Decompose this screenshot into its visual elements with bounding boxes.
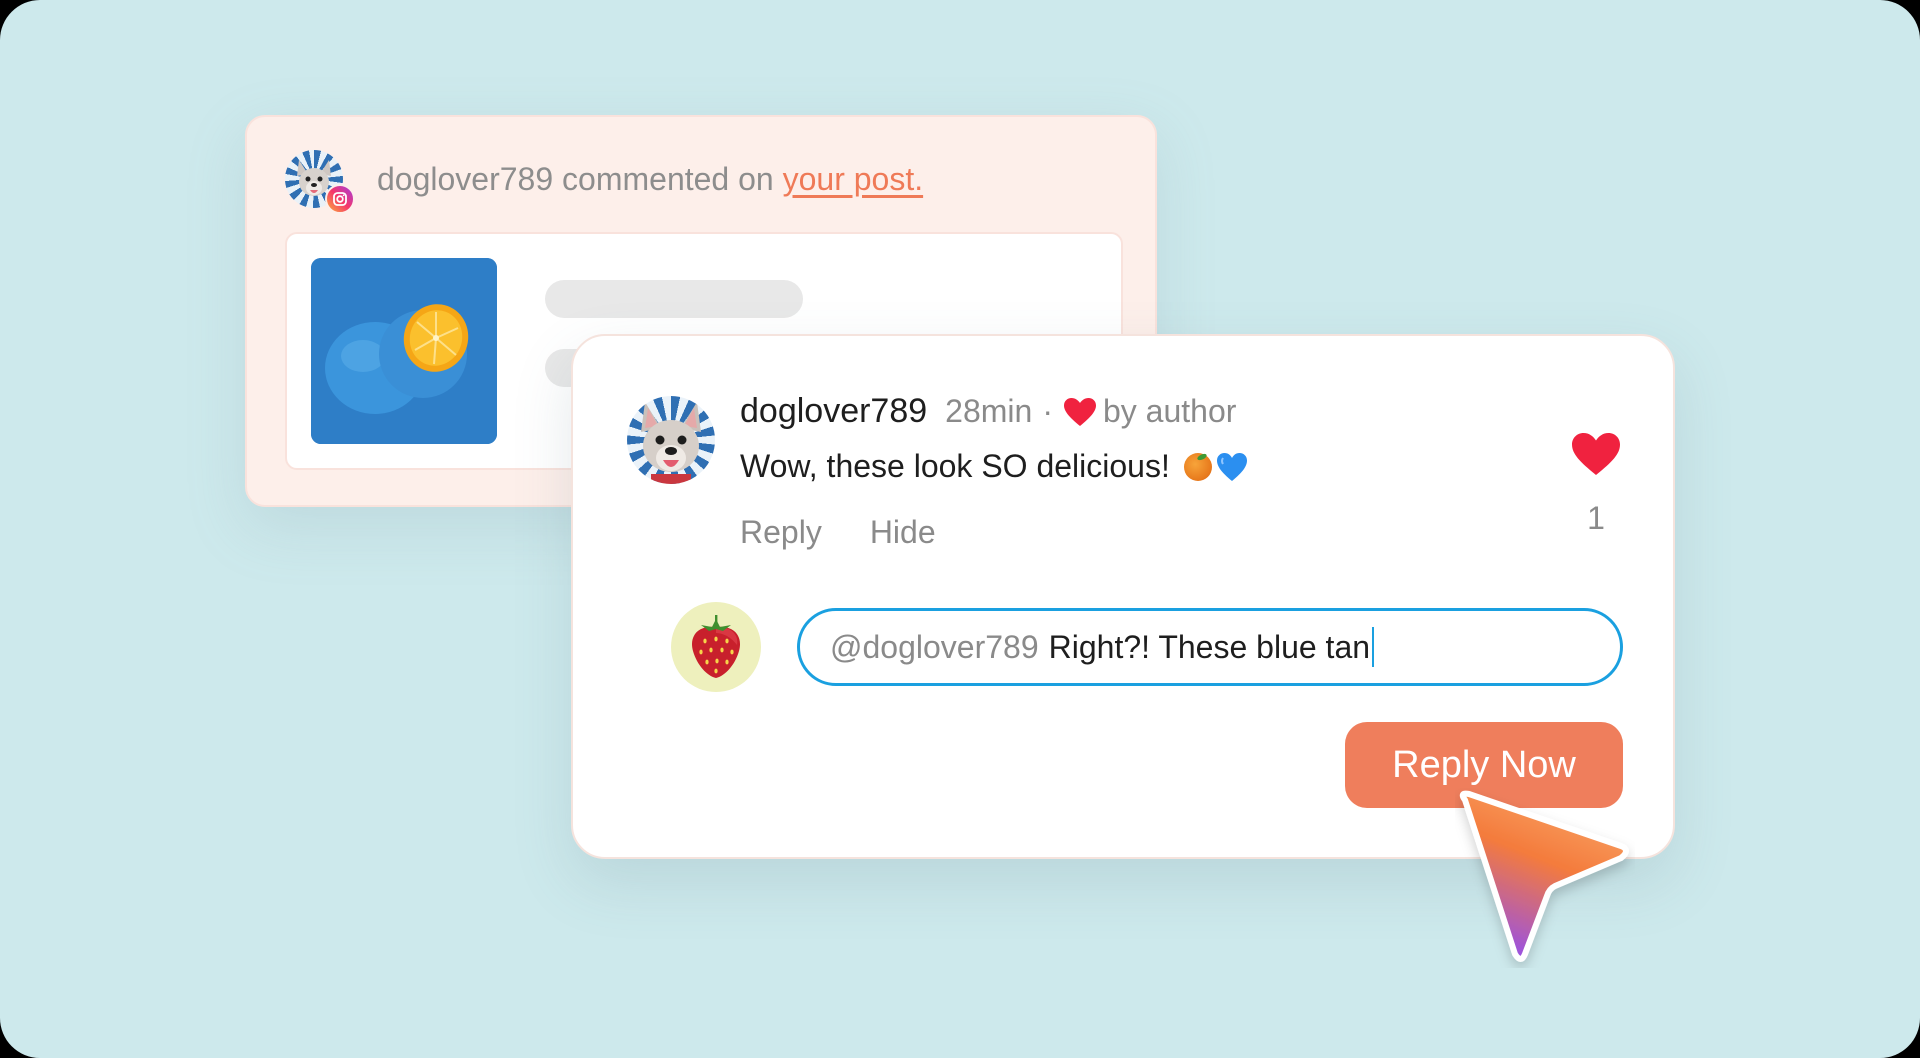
mention-tag: @doglover789 [830,628,1039,665]
like-count: 1 [1587,500,1605,536]
tangerine-emoji-icon [1183,452,1212,481]
orange-fruit-icon [311,258,497,444]
comment-card: doglover789 28min · by author Wow, these… [571,334,1675,859]
your-post-link[interactable]: your post. [783,161,924,197]
avatar [671,602,761,692]
avatar [285,150,355,214]
text-placeholder [545,280,803,318]
comment-body: Wow, these look SO delicious! [740,448,1248,485]
commenter-username[interactable]: doglover789 [740,392,927,431]
reply-typed-text: Right?! These blue tan [1048,628,1371,665]
strawberry-icon [691,615,741,678]
blue-heart-emoji-icon [1216,452,1247,481]
notification-header: doglover789 commented on your post. [285,147,923,214]
like-heart-icon[interactable] [1571,432,1621,476]
post-thumbnail [311,258,497,444]
liked-by-author-label: by author [1102,393,1237,429]
heart-icon [1063,397,1096,426]
cursor-arrow-icon [1459,790,1629,962]
avatar [627,396,715,484]
comment-text: Wow, these look SO delicious! [740,448,1170,484]
meta-separator: · [1042,393,1053,429]
notification-text: doglover789 commented on your post. [377,161,923,198]
reply-input[interactable]: @doglover789 Right?! These blue tan [797,608,1623,686]
notification-username: doglover789 [377,160,554,197]
text-caret [1372,627,1375,667]
reply-link[interactable]: Reply [740,514,822,551]
canvas: doglover789 commented on your post. dogl… [0,0,1920,1058]
hide-link[interactable]: Hide [870,514,936,551]
dog-face-icon [641,402,701,484]
instagram-icon [325,184,355,214]
notification-action: commented on [562,160,774,197]
comment-meta: doglover789 28min · by author [740,392,1236,431]
comment-timestamp: 28min [945,393,1033,429]
comment-actions: Reply Hide [740,514,936,551]
